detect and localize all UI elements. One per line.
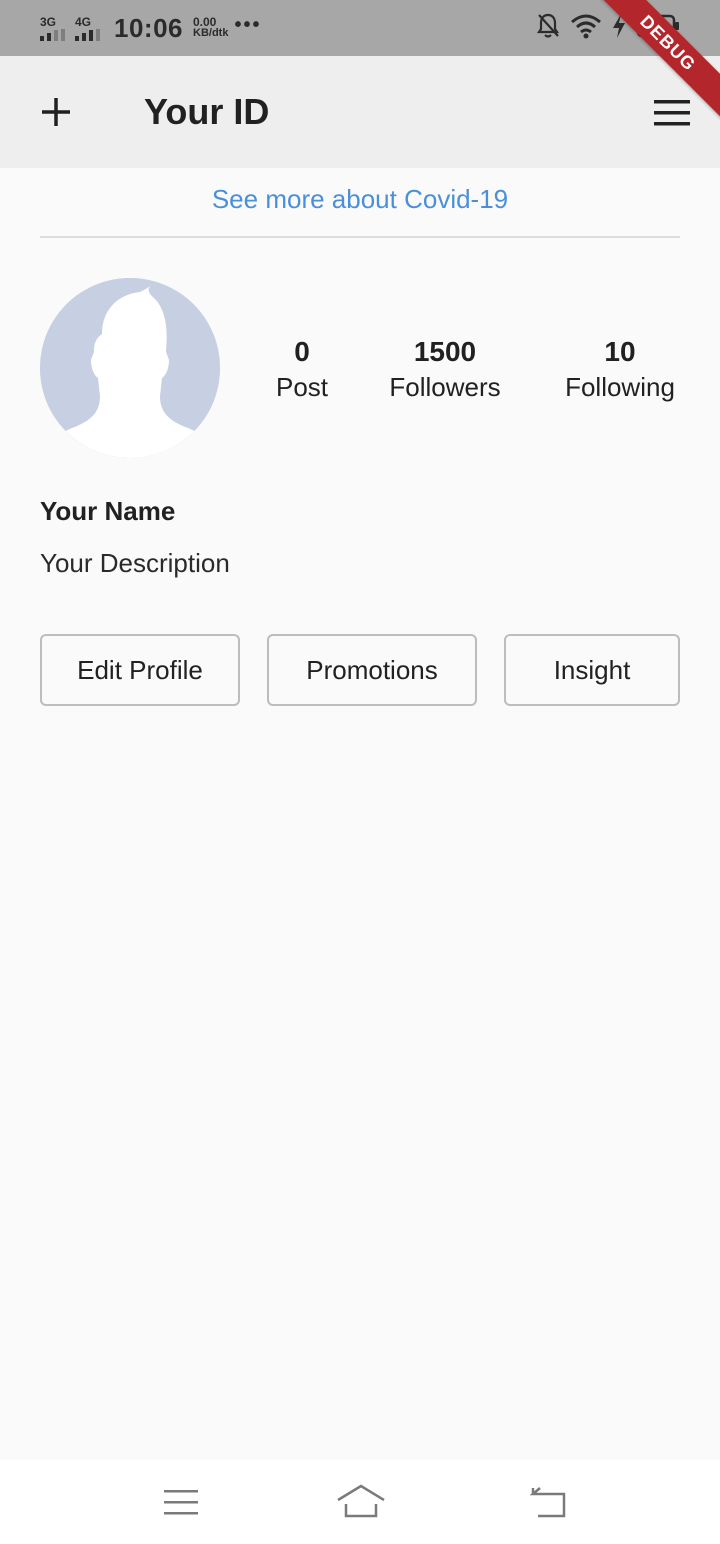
posts-count: 0	[294, 336, 310, 367]
network-speed: 0.00 KB/dtk	[193, 16, 229, 39]
insight-button[interactable]: Insight	[504, 634, 680, 706]
network-speed-unit: KB/dtk	[193, 27, 229, 39]
menu-lines-icon[interactable]	[164, 1482, 198, 1522]
following-count: 10	[604, 336, 636, 367]
back-icon[interactable]	[530, 1482, 568, 1522]
bell-off-icon	[536, 13, 560, 38]
wifi-icon	[571, 14, 601, 39]
plus-icon[interactable]	[40, 96, 72, 128]
promotions-button[interactable]: Promotions	[267, 634, 477, 706]
default-user-icon	[40, 278, 220, 458]
hamburger-menu-icon[interactable]	[654, 100, 690, 126]
sim1-signal: 3G	[40, 16, 65, 41]
posts-label: Post	[275, 372, 329, 402]
followers-label: Followers	[389, 372, 501, 402]
divider	[40, 236, 680, 238]
stat-followers[interactable]: 1500 Followers	[380, 334, 510, 404]
sim1-label: 3G	[40, 14, 57, 29]
more-notifications-icon: •••	[234, 13, 262, 36]
stat-following[interactable]: 10 Following	[556, 334, 684, 404]
sim2-signal-icon	[75, 28, 100, 41]
profile-description: Your Description	[40, 548, 230, 578]
status-time: 10:06	[114, 12, 183, 43]
sim1-signal-icon	[40, 28, 65, 41]
stat-posts[interactable]: 0 Post	[262, 334, 342, 404]
followers-count: 1500	[413, 336, 477, 367]
profile-name: Your Name	[40, 496, 176, 526]
edit-profile-button[interactable]: Edit Profile	[40, 634, 240, 706]
app-bar: Your ID	[0, 56, 720, 168]
following-label: Following	[565, 372, 675, 402]
sim2-label: 4G	[75, 14, 92, 29]
covid-info-link[interactable]: See more about Covid-19	[0, 184, 720, 215]
sim2-signal: 4G	[75, 16, 100, 41]
system-nav-bar	[0, 1460, 720, 1544]
avatar[interactable]	[40, 278, 220, 458]
page-title: Your ID	[144, 91, 270, 132]
home-icon[interactable]	[336, 1482, 386, 1522]
